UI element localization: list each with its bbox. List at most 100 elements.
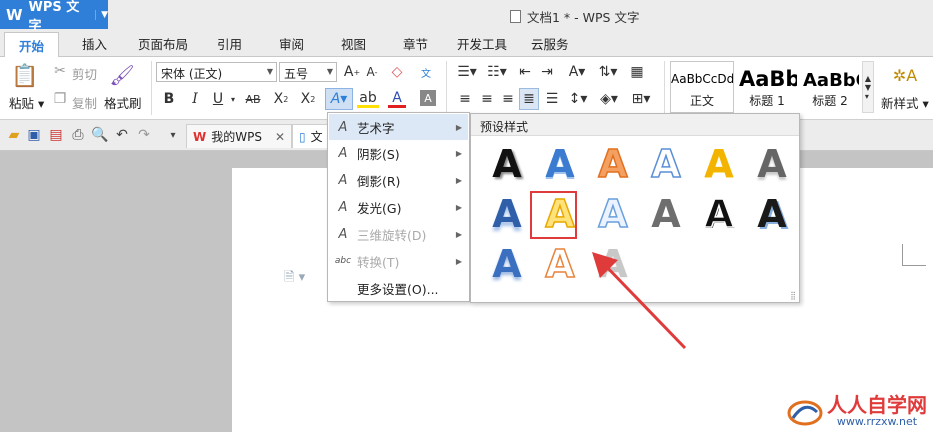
- tab-page-layout[interactable]: 页面布局: [138, 34, 188, 53]
- open-icon[interactable]: ▰: [6, 127, 22, 143]
- bold-icon[interactable]: B: [161, 90, 177, 108]
- strikethrough-icon[interactable]: AB: [241, 90, 265, 108]
- align-right-icon[interactable]: ≡: [499, 90, 517, 108]
- print-preview-icon[interactable]: 🔍: [91, 127, 108, 143]
- tab-document[interactable]: ▯ 文: [292, 124, 332, 148]
- justify-icon[interactable]: ≣: [519, 88, 539, 110]
- format-painter-icon[interactable]: 🖌: [109, 63, 134, 87]
- effects-menu-item-label: 艺术字: [357, 120, 395, 136]
- document-icon: [510, 10, 521, 23]
- highlight-icon[interactable]: ab: [357, 90, 379, 108]
- effects-menu-item[interactable]: A 倒影(R) ▶: [329, 167, 468, 193]
- chevron-down-icon[interactable]: ▾: [228, 90, 238, 108]
- art-style-gray-reflection[interactable]: A: [746, 142, 798, 186]
- style-heading-1-name: 标题 1: [749, 94, 785, 108]
- art-style-blue-reflection[interactable]: A: [481, 192, 533, 236]
- style-normal[interactable]: AaBbCcDd 正文: [670, 61, 734, 113]
- clear-format-icon[interactable]: ◇: [388, 63, 406, 81]
- line-spacing-icon[interactable]: ↕▾: [565, 90, 591, 108]
- grow-font-icon[interactable]: A +: [343, 63, 361, 81]
- new-style-icon[interactable]: ✲A: [893, 63, 917, 87]
- tab-my-wps[interactable]: W 我的WPS ✕: [186, 124, 292, 148]
- distribute-icon[interactable]: ☰: [543, 90, 561, 108]
- copy-button[interactable]: 复制: [72, 93, 97, 112]
- effects-menu-item[interactable]: A 三维旋转(D) ▶: [329, 221, 468, 247]
- title-bar: W WPS 文字 ▼ 文档1 * - WPS 文字: [0, 0, 933, 34]
- style-heading-2[interactable]: AaBbC 标题 2: [800, 61, 860, 113]
- effects-menu-item[interactable]: abc 转换(T) ▶: [329, 248, 468, 274]
- paste-label: 粘贴: [9, 96, 35, 111]
- sort-icon[interactable]: ⇅▾: [596, 63, 620, 81]
- chinese-layout-icon[interactable]: A▾: [564, 63, 590, 81]
- art-style-yellow-gradient[interactable]: A: [693, 142, 745, 186]
- borders-icon[interactable]: ⊞▾: [628, 90, 654, 108]
- font-color-icon[interactable]: A: [388, 90, 406, 108]
- wps-logo-icon: W: [6, 5, 23, 24]
- paste-button[interactable]: 粘贴 ▾: [9, 93, 44, 112]
- resize-grip-icon[interactable]: ⣿: [790, 291, 796, 300]
- tab-view[interactable]: 视图: [341, 34, 366, 53]
- print-icon[interactable]: ⎙: [70, 127, 86, 143]
- italic-icon[interactable]: I: [187, 90, 203, 108]
- art-style-orange-outline[interactable]: A: [587, 142, 639, 186]
- font-size-value: 五号: [284, 67, 309, 81]
- art-style-black-shadow[interactable]: A: [481, 142, 533, 186]
- art-style-blue-gradient[interactable]: A: [534, 142, 586, 186]
- close-icon[interactable]: ✕: [275, 130, 285, 144]
- art-style-gray-solid[interactable]: A: [640, 192, 692, 236]
- paragraph-icon[interactable]: 🗎 ▾: [284, 268, 305, 290]
- subscript-icon[interactable]: X2: [299, 90, 317, 108]
- customize-icon[interactable]: ▾: [163, 127, 183, 143]
- align-center-icon[interactable]: ≡: [478, 90, 496, 108]
- text-effects-icon[interactable]: A▾: [325, 88, 353, 110]
- align-left-icon[interactable]: ≡: [456, 90, 474, 108]
- art-style-blue-shadow[interactable]: A: [481, 242, 533, 286]
- watermark-url: www.rrzxw.net: [836, 415, 918, 428]
- effects-menu-item[interactable]: 更多设置(O)...: [329, 275, 468, 301]
- effects-menu-item[interactable]: A 艺术字 ▶: [329, 114, 468, 140]
- tab-review[interactable]: 审阅: [279, 34, 304, 53]
- scissors-icon[interactable]: ✂: [52, 63, 68, 79]
- effects-menu-item[interactable]: A 阴影(S) ▶: [329, 140, 468, 166]
- underline-icon[interactable]: U: [210, 90, 226, 108]
- shrink-font-icon[interactable]: A-: [363, 63, 381, 81]
- paste-icon[interactable]: 📋: [11, 63, 38, 89]
- style-heading-1[interactable]: AaBb 标题 1: [736, 61, 798, 113]
- redo-icon[interactable]: ↷: [136, 127, 152, 143]
- effect-icon: A: [338, 226, 348, 242]
- tab-cloud[interactable]: 云服务: [531, 34, 569, 53]
- font-family-select[interactable]: 宋体 (正文) ▼: [156, 62, 277, 82]
- cut-button[interactable]: 剪切: [72, 64, 97, 83]
- tab-insert[interactable]: 插入: [82, 34, 107, 53]
- copy-icon[interactable]: ❐: [52, 91, 68, 107]
- effects-menu-item[interactable]: A 发光(G) ▶: [329, 194, 468, 220]
- undo-icon[interactable]: ↶: [114, 127, 130, 143]
- art-style-black-blue-outline[interactable]: A: [746, 192, 798, 236]
- table-border-icon[interactable]: ▦: [628, 63, 646, 81]
- bullet-list-icon[interactable]: ☰▾: [454, 63, 480, 81]
- tab-chapter[interactable]: 章节: [403, 34, 428, 53]
- tab-developer[interactable]: 开发工具: [457, 34, 507, 53]
- superscript-icon[interactable]: X2: [272, 90, 290, 108]
- annotation-arrow: [592, 252, 687, 350]
- styles-scroll[interactable]: ▲ ▼ ▾: [862, 61, 874, 113]
- save-icon[interactable]: ▣: [26, 127, 42, 143]
- art-style-black-white-outline[interactable]: A: [693, 192, 745, 236]
- app-menu-button[interactable]: W WPS 文字 ▼: [0, 0, 108, 34]
- export-pdf-icon[interactable]: ▤: [48, 127, 64, 143]
- art-style-orange-thin[interactable]: A: [534, 242, 586, 286]
- char-shading-icon[interactable]: A: [420, 90, 436, 106]
- numbered-list-icon[interactable]: ☷▾: [484, 63, 510, 81]
- art-style-blue-outline[interactable]: A: [640, 142, 692, 186]
- shading-icon[interactable]: ◈▾: [596, 90, 622, 108]
- new-style-button[interactable]: 新样式 ▾: [881, 93, 929, 112]
- font-size-select[interactable]: 五号 ▼: [279, 62, 337, 82]
- format-painter-button[interactable]: 格式刷: [104, 93, 142, 112]
- ribbon-tabs: 开始 插入 页面布局 引用 审阅 视图 章节 开发工具 云服务: [0, 30, 933, 57]
- phonetic-icon[interactable]: 文: [414, 62, 438, 82]
- decrease-indent-icon[interactable]: ⇤: [516, 63, 534, 81]
- tab-home[interactable]: 开始: [4, 32, 60, 57]
- tab-references[interactable]: 引用: [217, 34, 242, 53]
- increase-indent-icon[interactable]: ⇥: [538, 63, 556, 81]
- art-style-lightblue-outline[interactable]: A: [587, 192, 639, 236]
